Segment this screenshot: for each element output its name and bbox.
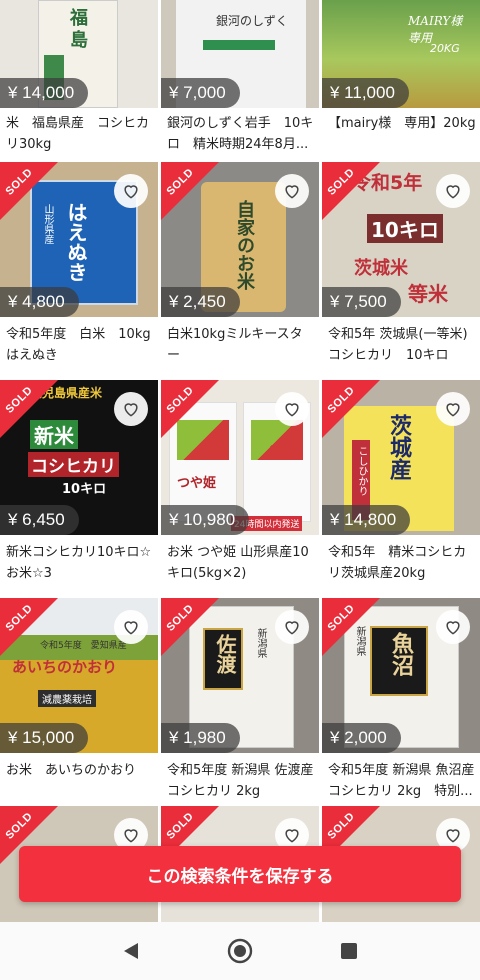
heart-icon (446, 829, 460, 843)
price-tag: ¥ 14,800 (322, 505, 411, 535)
package-label: つや姫 (177, 476, 217, 491)
product-title: 白米10kgミルキースター (167, 327, 303, 363)
price-tag: ¥ 15,000 (0, 723, 89, 753)
product-title: 米 福島県産 コシヒカリ30kg (6, 116, 150, 152)
product-card[interactable]: 自家のお米 SOLD ¥ 2,450 白米10kgミルキースター (161, 162, 319, 380)
price-tag: ¥ 11,000 (322, 78, 409, 108)
package-label: MAIRY様 専用 (408, 14, 475, 45)
like-button[interactable] (114, 392, 148, 426)
product-title: 令和5年 精米コシヒカリ茨城県産20kg (328, 545, 467, 581)
price-tag: ¥ 7,500 (322, 287, 401, 317)
package-label: 茨城産 (386, 414, 411, 480)
package-label: 銀河のしずく (216, 14, 288, 28)
heart-icon (285, 185, 299, 199)
home-button[interactable] (227, 938, 253, 964)
product-title: お米 つや姫 山形県産10キロ(5kg×2) (167, 545, 309, 581)
system-nav-bar (0, 922, 480, 980)
heart-icon (124, 621, 138, 635)
like-button[interactable] (275, 392, 309, 426)
product-title: 令和5年度 新潟県 魚沼産 コシヒカリ 2kg 特別... (328, 763, 475, 799)
price-tag: ¥ 10,980 (161, 505, 250, 535)
square-recents-icon (341, 943, 357, 959)
like-button[interactable] (275, 174, 309, 208)
heart-icon (285, 621, 299, 635)
heart-icon (446, 185, 460, 199)
package-sublabel: 減農薬栽培 (38, 690, 96, 707)
package-label: 福島 (70, 8, 88, 51)
heart-icon (446, 621, 460, 635)
heart-icon (446, 403, 460, 417)
heart-icon (285, 829, 299, 843)
recents-button[interactable] (336, 938, 362, 964)
price-tag: ¥ 2,000 (322, 723, 401, 753)
price-tag: ¥ 1,980 (161, 723, 240, 753)
triangle-back-icon (124, 943, 138, 959)
product-card[interactable]: 鹿児島県産米 新米 コシヒカリ 10キロ SOLD ¥ 6,450 新米コシヒカ… (0, 380, 158, 598)
product-title: 令和5年度 白米 10kg はえぬき (6, 327, 154, 363)
product-title: 銀河のしずく岩手 10キロ 精米時期24年8月... (167, 116, 314, 152)
product-card[interactable]: 魚沼 新潟県 SOLD ¥ 2,000 令和5年度 新潟県 魚沼産 コシヒカリ … (322, 598, 480, 816)
product-title: 【mairy様 専用】20kg (328, 116, 476, 131)
like-button[interactable] (114, 174, 148, 208)
product-card[interactable]: MAIRY様 専用 20KG ¥ 11,000 【mairy様 専用】20kg (322, 0, 480, 162)
like-button[interactable] (114, 610, 148, 644)
like-button[interactable] (436, 392, 470, 426)
heart-icon (285, 403, 299, 417)
package-label: はえぬき (64, 202, 88, 282)
product-card[interactable]: はえぬき 山形県産 SOLD ¥ 4,800 令和5年度 白米 10kg はえぬ… (0, 162, 158, 380)
product-grid: 福島 ¥ 14,000 米 福島県産 コシヒカリ30kg 銀河のしずく ¥ 7,… (0, 0, 480, 816)
heart-icon (124, 403, 138, 417)
package-sublabel: 新潟県 (255, 628, 266, 658)
product-card[interactable]: 茨城産 こしひかり SOLD ¥ 14,800 令和5年 精米コシヒカリ茨城県産… (322, 380, 480, 598)
package-sublabel: コシヒカリ (28, 452, 119, 477)
save-search-button[interactable]: この検索条件を保存する (19, 846, 461, 902)
like-button[interactable] (275, 610, 309, 644)
package-label: 魚沼 (388, 632, 413, 676)
price-tag: ¥ 14,000 (0, 78, 89, 108)
price-tag: ¥ 7,000 (161, 78, 240, 108)
product-title: お米 あいちのかおり (6, 763, 137, 778)
package-sublabel: 20KG (430, 42, 460, 55)
product-card[interactable]: 令和5年 10キロ 茨城米 等米 SOLD ¥ 7,500 令和5年 茨城県(一… (322, 162, 480, 380)
product-card[interactable]: 佐渡 新潟県 SOLD ¥ 1,980 令和5年度 新潟県 佐渡産 コシヒカリ … (161, 598, 319, 816)
product-card[interactable]: 銀河のしずく ¥ 7,000 銀河のしずく岩手 10キロ 精米時期24年8月..… (161, 0, 319, 162)
package-label: あいちのかおり (12, 658, 118, 676)
product-card[interactable]: 令和5年度 愛知県産 あいちのかおり 減農薬栽培 SOLD ¥ 15,000 お… (0, 598, 158, 816)
product-card[interactable]: つや姫 24時間以内発送 SOLD ¥ 10,980 お米 つや姫 山形県産10… (161, 380, 319, 598)
heart-icon (124, 829, 138, 843)
price-tag: ¥ 2,450 (161, 287, 240, 317)
like-button[interactable] (436, 174, 470, 208)
product-title: 新米コシヒカリ10キロ☆お米☆3 (6, 545, 152, 581)
package-sublabel: 等米 (408, 282, 448, 306)
package-label: 自家のお米 (234, 200, 255, 290)
circle-home-icon (227, 938, 253, 964)
like-button[interactable] (436, 610, 470, 644)
price-tag: ¥ 4,800 (0, 287, 79, 317)
price-tag: ¥ 6,450 (0, 505, 79, 535)
heart-icon (124, 185, 138, 199)
product-title: 令和5年 茨城県(一等米) コシヒカリ 10キロ (328, 327, 468, 363)
product-card[interactable]: 福島 ¥ 14,000 米 福島県産 コシヒカリ30kg (0, 0, 158, 162)
package-sublabel: こしひかり (356, 446, 367, 496)
package-sublabel: 10キロ (62, 482, 107, 497)
package-sublabel: 茨城米 (354, 258, 408, 279)
product-title: 令和5年度 新潟県 佐渡産 コシヒカリ 2kg (167, 763, 314, 799)
back-button[interactable] (118, 938, 144, 964)
